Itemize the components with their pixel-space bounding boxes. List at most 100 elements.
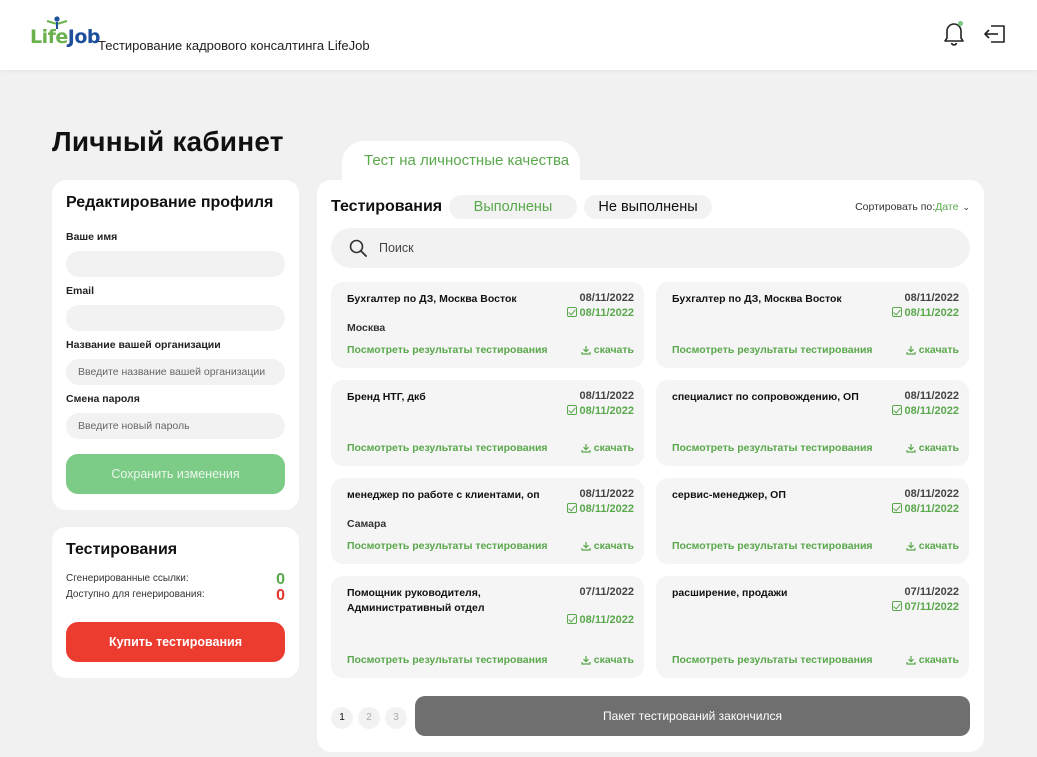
test-date-done: 08/11/2022 xyxy=(891,503,959,515)
checkbox-icon xyxy=(566,307,577,317)
filter-done-button[interactable]: Выполнены xyxy=(449,195,577,219)
bell-icon[interactable] xyxy=(942,20,966,46)
header-title: Тестирование кадрового консалтинга LifeJ… xyxy=(98,38,370,53)
save-changes-button[interactable]: Сохранить изменения xyxy=(66,454,285,494)
checkbox-icon xyxy=(891,601,902,611)
tests-card-title: Тестирования xyxy=(66,541,178,558)
download-icon xyxy=(906,542,916,551)
download-link-label: скачать xyxy=(593,654,634,666)
view-results-link[interactable]: Посмотреть результаты тестирования xyxy=(347,540,548,552)
download-link[interactable]: скачать xyxy=(906,654,959,666)
test-date-done-value: 08/11/2022 xyxy=(579,307,634,319)
test-date-created: 08/11/2022 xyxy=(579,488,634,500)
view-results-link[interactable]: Посмотреть результаты тестирования xyxy=(347,442,548,454)
download-link-label: скачать xyxy=(593,344,634,356)
test-card-city: Москва xyxy=(347,322,386,334)
download-link[interactable]: скачать xyxy=(906,540,959,552)
search-bar xyxy=(331,228,970,268)
tests-summary-card: Тестирования Сгенерированные ссылки: 0 Д… xyxy=(52,527,299,678)
test-date-done: 08/11/2022 xyxy=(566,614,634,626)
checkbox-icon xyxy=(891,307,902,317)
download-link[interactable]: скачать xyxy=(906,442,959,454)
test-date-done-value: 07/11/2022 xyxy=(904,601,959,613)
test-card-title: расширение, продажи xyxy=(672,587,788,599)
test-date-created: 07/11/2022 xyxy=(904,586,959,598)
buy-tests-button[interactable]: Купить тестирования xyxy=(66,622,285,662)
logo-job: Job xyxy=(67,26,101,48)
profile-edit-card: Редактирование профиля Ваше имя Email На… xyxy=(52,180,299,510)
available-count: 0 xyxy=(276,587,285,604)
download-link[interactable]: скачать xyxy=(581,344,634,356)
test-card-title: менеджер по работе с клиентами, оп xyxy=(347,489,540,501)
checkbox-icon xyxy=(891,405,902,415)
download-link-label: скачать xyxy=(918,442,959,454)
view-results-link[interactable]: Посмотреть результаты тестирования xyxy=(347,654,548,666)
test-card-title: Бухгалтер по ДЗ, Москва Восток xyxy=(672,293,842,305)
download-link-label: скачать xyxy=(918,344,959,356)
view-results-link[interactable]: Посмотреть результаты тестирования xyxy=(672,540,873,552)
download-link[interactable]: скачать xyxy=(581,442,634,454)
download-icon xyxy=(581,346,591,355)
download-icon xyxy=(906,444,916,453)
view-results-link[interactable]: Посмотреть результаты тестирования xyxy=(672,442,873,454)
checkbox-icon xyxy=(566,405,577,415)
test-date-done: 08/11/2022 xyxy=(566,307,634,319)
password-field[interactable] xyxy=(66,413,285,439)
filter-not-done-button[interactable]: Не выполнены xyxy=(584,195,712,219)
page-button-3[interactable]: 3 xyxy=(385,707,407,729)
test-card: Бухгалтер по ДЗ, Москва Восток 08/11/2022… xyxy=(656,282,969,368)
test-card: расширение, продажи 07/11/2022 07/11/2022 П… xyxy=(656,576,969,678)
test-date-done-value: 08/11/2022 xyxy=(579,503,634,515)
tab-personality-test-label: Тест на личностные качества xyxy=(364,152,570,169)
generated-links-label: Сгенерированные ссылки: xyxy=(66,573,189,584)
test-date-done-value: 08/11/2022 xyxy=(904,405,959,417)
download-link[interactable]: скачать xyxy=(581,540,634,552)
download-icon xyxy=(581,444,591,453)
logo-wordmark: LifeJob xyxy=(30,26,101,48)
view-results-link[interactable]: Посмотреть результаты тестирования xyxy=(672,654,873,666)
sort-dropdown[interactable]: Сортировать по:Дате ⌄ xyxy=(855,201,970,213)
name-field[interactable] xyxy=(66,251,285,277)
test-date-done-value: 08/11/2022 xyxy=(904,307,959,319)
test-date-done: 08/11/2022 xyxy=(566,503,634,515)
download-link[interactable]: скачать xyxy=(581,654,634,666)
view-results-link[interactable]: Посмотреть результаты тестирования xyxy=(672,344,873,356)
package-ended-toast: Пакет тестирований закончился xyxy=(415,696,970,736)
test-date-created: 08/11/2022 xyxy=(904,292,959,304)
download-link-label: скачать xyxy=(593,442,634,454)
sort-value: Дате xyxy=(935,201,959,213)
lifejob-logo[interactable]: LifeJob xyxy=(30,16,101,56)
available-label: Доступно для генерирования: xyxy=(66,589,205,600)
download-link-label: скачать xyxy=(918,654,959,666)
test-date-done-value: 08/11/2022 xyxy=(904,503,959,515)
test-date-done: 07/11/2022 xyxy=(891,601,959,613)
test-date-created: 08/11/2022 xyxy=(904,390,959,402)
test-date-created: 07/11/2022 xyxy=(579,586,634,598)
test-card-title: сервис-менеджер, ОП xyxy=(672,489,786,501)
test-card-title: Помощник руководителя, Административный … xyxy=(347,587,485,614)
test-card-title: специалист по сопровождению, ОП xyxy=(672,391,859,403)
email-field[interactable] xyxy=(66,305,285,331)
test-card: Бренд НТГ, дкб 08/11/2022 08/11/2022 Посмот… xyxy=(331,380,644,466)
test-card: Помощник руководителя, Административный … xyxy=(331,576,644,678)
checkbox-icon xyxy=(566,614,577,624)
test-date-created: 08/11/2022 xyxy=(579,390,634,402)
search-input[interactable] xyxy=(379,236,939,260)
download-icon xyxy=(581,542,591,551)
test-date-done: 08/11/2022 xyxy=(566,405,634,417)
test-card: сервис-менеджер, ОП 08/11/2022 08/11/2022 П… xyxy=(656,478,969,564)
test-card: менеджер по работе с клиентами, оп 08/11/… xyxy=(331,478,644,564)
password-label: Смена пароля xyxy=(66,393,140,405)
download-icon xyxy=(906,656,916,665)
page-button-1[interactable]: 1 xyxy=(331,707,353,729)
download-link[interactable]: скачать xyxy=(906,344,959,356)
org-field[interactable] xyxy=(66,359,285,385)
view-results-link[interactable]: Посмотреть результаты тестирования xyxy=(347,344,548,356)
profile-card-title: Редактирование профиля xyxy=(66,194,274,211)
logout-icon[interactable] xyxy=(983,22,1007,46)
tests-heading: Тестирования xyxy=(331,198,443,215)
test-date-done: 08/11/2022 xyxy=(891,405,959,417)
chevron-down-icon: ⌄ xyxy=(962,202,970,212)
search-icon xyxy=(349,239,367,257)
page-button-2[interactable]: 2 xyxy=(358,707,380,729)
